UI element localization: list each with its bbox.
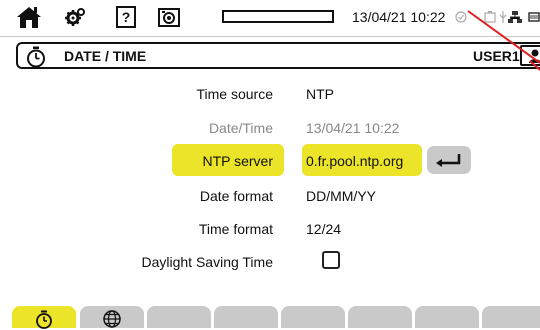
date-format-label: Date format — [199, 188, 273, 204]
dst-checkbox[interactable] — [322, 251, 340, 269]
time-format-label: Time format — [198, 221, 273, 237]
enter-icon — [436, 154, 461, 167]
tab-6[interactable] — [348, 306, 412, 328]
tab-4[interactable] — [214, 306, 278, 328]
dst-label: Daylight Saving Time — [141, 254, 273, 270]
clock-icon — [36, 310, 52, 329]
globe-icon — [103, 310, 121, 328]
tab-language[interactable] — [80, 306, 144, 328]
tab-7[interactable] — [415, 306, 479, 328]
tab-date-time[interactable] — [12, 306, 76, 329]
enter-button[interactable] — [427, 146, 471, 174]
time-format-value[interactable]: 12/24 — [306, 221, 341, 237]
time-source-label: Time source — [196, 86, 273, 102]
tab-8[interactable] — [482, 306, 540, 328]
ntp-server-label: NTP server — [202, 153, 273, 169]
date-format-value[interactable]: DD/MM/YY — [306, 188, 376, 204]
time-source-value[interactable]: NTP — [306, 86, 334, 102]
date-time-label: Date/Time — [208, 120, 273, 136]
date-time-value: 13/04/21 10:22 — [306, 120, 400, 136]
tab-5[interactable] — [281, 306, 345, 328]
ntp-server-value[interactable]: 0.fr.pool.ntp.org — [306, 153, 403, 169]
tab-3[interactable] — [147, 306, 211, 328]
